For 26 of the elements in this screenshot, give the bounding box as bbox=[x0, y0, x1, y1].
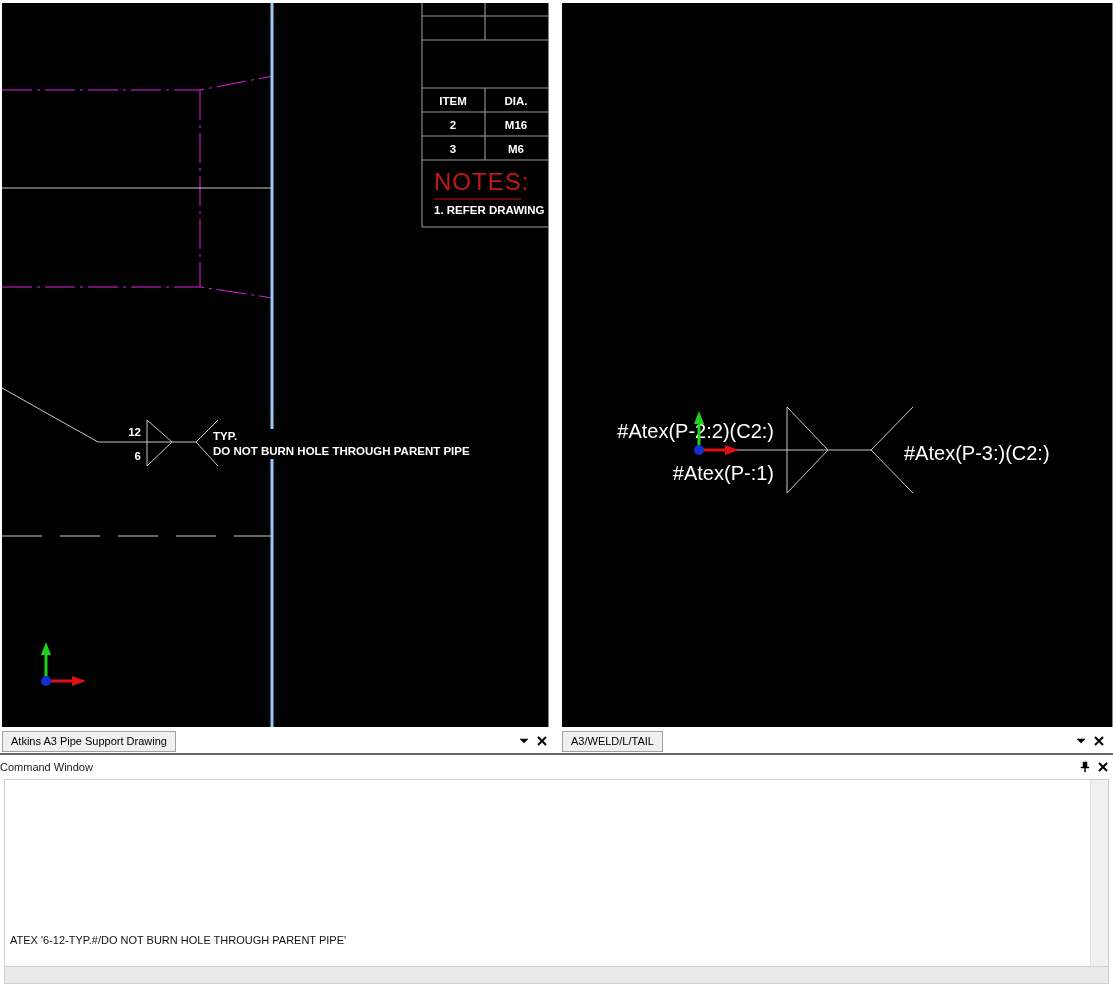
close-icon[interactable] bbox=[536, 735, 548, 747]
table-header: ITEM bbox=[439, 95, 467, 107]
weld-label: #Atex(P-3:)(C2:) bbox=[904, 442, 1050, 464]
horizontal-scrollbar[interactable] bbox=[4, 966, 1109, 984]
note-text: 1. REFER DRAWING bbox=[434, 204, 545, 216]
table-cell: M6 bbox=[508, 143, 524, 155]
table-cell: M16 bbox=[504, 119, 528, 131]
weld-size: 12 bbox=[128, 426, 141, 438]
drawing-tab[interactable]: A3/WELD/L/TAIL bbox=[562, 730, 663, 752]
command-output[interactable]: ATEX '6-12-TYP.#/DO NOT BURN HOLE THROUGH PARENT PIPE' bbox=[4, 779, 1109, 966]
close-icon[interactable] bbox=[1093, 735, 1105, 747]
table-header: DIA. bbox=[504, 95, 528, 107]
weld-note: TYP. bbox=[213, 430, 238, 442]
axis-icon bbox=[41, 642, 86, 686]
weld-size: 6 bbox=[134, 450, 141, 462]
close-icon[interactable] bbox=[1097, 761, 1109, 773]
table-cell: 2 bbox=[449, 119, 457, 131]
drawing-tab[interactable]: Atkins A3 Pipe Support Drawing bbox=[2, 730, 176, 752]
notes-heading: NOTES: bbox=[434, 168, 530, 195]
table-cell: 3 bbox=[449, 143, 457, 155]
vertical-scrollbar[interactable] bbox=[1090, 780, 1108, 966]
panel-title: Command Window bbox=[0, 761, 94, 773]
command-line: ATEX '6-12-TYP.#/DO NOT BURN HOLE THROUGH PARENT PIPE' bbox=[10, 934, 348, 946]
weld-label: #Atex(P-:1) bbox=[672, 462, 774, 484]
weld-note: DO NOT BURN HOLE THROUGH PARENT PIPE bbox=[213, 445, 470, 457]
pin-icon[interactable] bbox=[1079, 761, 1091, 773]
